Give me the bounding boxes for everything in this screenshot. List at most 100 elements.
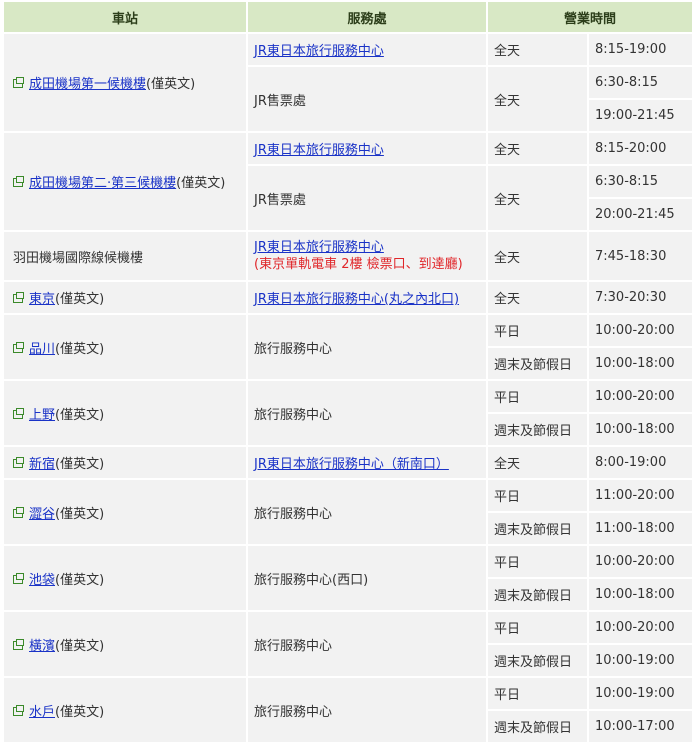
header-office: 服務處: [248, 2, 486, 32]
day-cell: 平日: [488, 546, 587, 577]
office-cell: 旅行服務中心: [248, 315, 486, 379]
hours-cell: 10:00-20:00: [589, 381, 692, 412]
table-header-row: 車站 服務處 營業時間: [4, 2, 692, 32]
hours-cell: 7:30-20:30: [589, 282, 692, 313]
office-link[interactable]: JR東日本旅行服務中心: [254, 44, 384, 59]
station-link[interactable]: 池袋: [29, 573, 55, 588]
hours-cell: 10:00-20:00: [589, 546, 692, 577]
day-cell: 平日: [488, 315, 587, 346]
station-link[interactable]: 新宿: [29, 457, 55, 472]
hours-cell: 11:00-18:00: [589, 513, 692, 544]
hours-cell: 10:00-20:00: [589, 315, 692, 346]
day-cell: 平日: [488, 678, 587, 709]
day-cell: 全天: [488, 282, 587, 313]
day-cell: 全天: [488, 166, 587, 230]
office-cell: 旅行服務中心: [248, 381, 486, 445]
station-cell: 成田機場第二‧第三候機樓(僅英文): [4, 133, 246, 230]
hours-cell: 10:00-19:00: [589, 645, 692, 676]
table-row: 池袋(僅英文) 旅行服務中心(西口) 平日 10:00-20:00: [4, 546, 692, 610]
station-note: (僅英文): [55, 572, 105, 588]
external-link-icon: [13, 506, 24, 518]
station-note: (僅英文): [55, 292, 105, 307]
office-link[interactable]: JR東日本旅行服務中心(丸之內北口): [254, 292, 459, 307]
office-cell: 旅行服務中心: [248, 678, 486, 742]
hours-cell: 20:00-21:45: [589, 199, 692, 230]
day-cell: 平日: [488, 381, 587, 412]
station-link[interactable]: 橫濱: [29, 639, 55, 654]
table-row: 成田機場第二‧第三候機樓(僅英文) JR東日本旅行服務中心 全天 8:15-20…: [4, 133, 692, 230]
hours-cell: 11:00-20:00: [589, 480, 692, 511]
day-cell: 全天: [488, 34, 587, 65]
office-cell: 旅行服務中心(西口): [248, 546, 486, 610]
station-cell: 品川(僅英文): [4, 315, 246, 379]
hours-cell: 10:00-18:00: [589, 414, 692, 445]
header-station: 車站: [4, 2, 246, 32]
station-link[interactable]: 澀谷: [29, 507, 55, 522]
table-row: 澀谷(僅英文) 旅行服務中心 平日 11:00-20:00: [4, 480, 692, 544]
hours-cell: 6:30-8:15: [589, 67, 692, 98]
station-link[interactable]: 水戶: [29, 705, 55, 720]
office-cell: 旅行服務中心: [248, 480, 486, 544]
hours-cell: 8:00-19:00: [589, 447, 692, 478]
external-link-icon: [13, 176, 24, 187]
station-note: (僅英文): [55, 457, 105, 472]
hours-cell: 10:00-20:00: [589, 612, 692, 643]
office-hours-table: 車站 服務處 營業時間 成田機場第一候機樓(僅英文) JR東日本旅行服務中心 全…: [2, 0, 692, 744]
station-cell: 東京(僅英文): [4, 282, 246, 313]
station-note: (僅英文): [146, 77, 196, 92]
station-cell: 羽田機場國際線候機樓: [4, 232, 246, 280]
station-cell: 池袋(僅英文): [4, 546, 246, 610]
day-cell: 週末及節假日: [488, 711, 587, 742]
day-cell: 全天: [488, 67, 587, 131]
external-link-icon: [13, 704, 24, 716]
station-link[interactable]: 東京: [29, 292, 55, 307]
external-link-icon: [13, 407, 24, 419]
day-cell: 週末及節假日: [488, 513, 587, 544]
office-cell: JR東日本旅行服務中心(丸之內北口): [248, 282, 486, 313]
table-row: 新宿(僅英文) JR東日本旅行服務中心（新南口） 全天 8:00-19:00: [4, 447, 692, 478]
day-cell: 全天: [488, 232, 587, 280]
station-cell: 水戶(僅英文): [4, 678, 246, 742]
station-note: (僅英文): [176, 176, 226, 191]
header-hours: 營業時間: [488, 2, 692, 32]
external-link-icon: [13, 77, 24, 88]
office-cell: JR東日本旅行服務中心: [248, 133, 486, 164]
station-link[interactable]: 成田機場第二‧第三候機樓: [29, 176, 176, 191]
hours-cell: 10:00-18:00: [589, 348, 692, 379]
station-link[interactable]: 上野: [29, 408, 55, 423]
station-cell: 橫濱(僅英文): [4, 612, 246, 676]
hours-cell: 8:15-20:00: [589, 133, 692, 164]
station-note: (僅英文): [55, 407, 105, 423]
office-link[interactable]: JR東日本旅行服務中心（新南口）: [254, 457, 449, 472]
hours-cell: 6:30-8:15: [589, 166, 692, 197]
station-note: (僅英文): [55, 506, 105, 522]
station-link[interactable]: 品川: [29, 342, 55, 357]
table-row: 品川(僅英文) 旅行服務中心 平日 10:00-20:00: [4, 315, 692, 379]
table-row: 水戶(僅英文) 旅行服務中心 平日 10:00-19:00: [4, 678, 692, 742]
external-link-icon: [13, 457, 24, 468]
station-cell: 新宿(僅英文): [4, 447, 246, 478]
day-cell: 週末及節假日: [488, 645, 587, 676]
station-note: (僅英文): [55, 704, 105, 720]
office-cell: JR售票處: [248, 166, 486, 230]
day-cell: 平日: [488, 480, 587, 511]
day-cell: 週末及節假日: [488, 348, 587, 379]
office-link[interactable]: JR東日本旅行服務中心: [254, 143, 384, 158]
office-link[interactable]: JR東日本旅行服務中心: [254, 240, 384, 255]
day-cell: 週末及節假日: [488, 414, 587, 445]
external-link-icon: [13, 638, 24, 650]
office-cell: JR東日本旅行服務中心 (東京單軌電車 2樓 檢票口、到達廳): [248, 232, 486, 280]
office-cell: JR東日本旅行服務中心（新南口）: [248, 447, 486, 478]
hours-cell: 10:00-18:00: [589, 579, 692, 610]
external-link-icon: [13, 341, 24, 353]
table-row: 上野(僅英文) 旅行服務中心 平日 10:00-20:00: [4, 381, 692, 445]
station-link[interactable]: 成田機場第一候機樓: [29, 77, 146, 92]
external-link-icon: [13, 292, 24, 303]
hours-cell: 19:00-21:45: [589, 100, 692, 131]
station-cell: 成田機場第一候機樓(僅英文): [4, 34, 246, 131]
table-row: 成田機場第一候機樓(僅英文) JR東日本旅行服務中心 全天 8:15-19:00: [4, 34, 692, 131]
day-cell: 全天: [488, 447, 587, 478]
station-cell: 上野(僅英文): [4, 381, 246, 445]
hours-cell: 10:00-17:00: [589, 711, 692, 742]
station-cell: 澀谷(僅英文): [4, 480, 246, 544]
